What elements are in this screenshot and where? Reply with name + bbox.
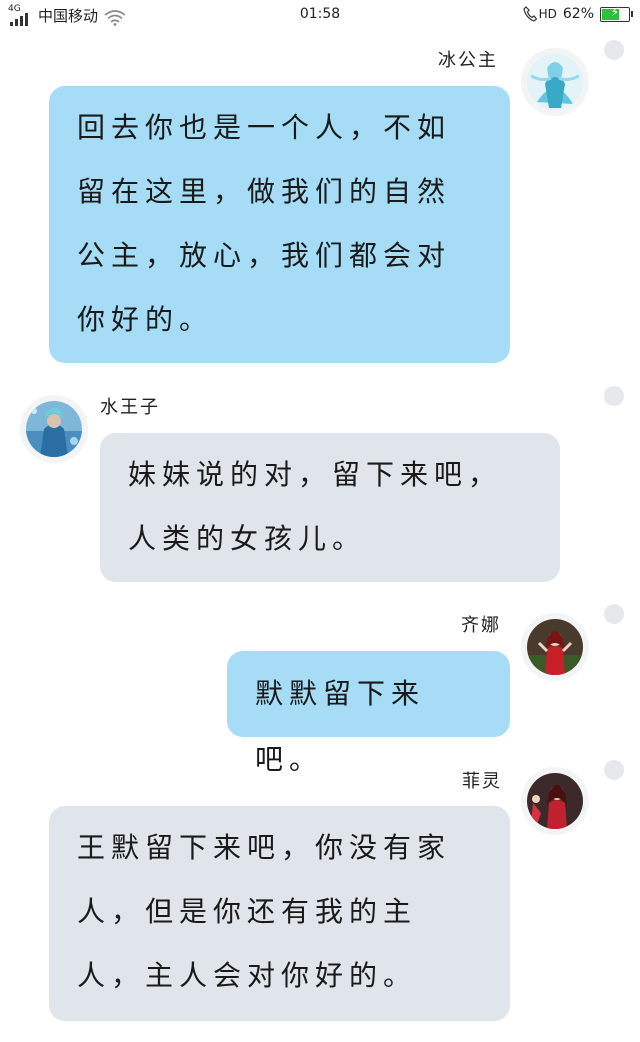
sender-name: 水王子 (100, 397, 160, 418)
hd-indicator: HD (538, 7, 557, 21)
battery-icon: ⚡ (600, 4, 633, 22)
message-bubble[interactable]: 回去你也是一个人，不如留在这里，做我们的自然公主，放心，我们都会对你好的。 (49, 86, 510, 363)
battery-percent: 62% (562, 6, 594, 22)
call-icon (522, 6, 537, 22)
sender-name: 菲灵 (462, 771, 502, 792)
feiling-avatar-image (527, 773, 583, 829)
select-dot[interactable] (604, 760, 624, 780)
status-right: HD 62% ⚡ (522, 4, 633, 22)
select-dot[interactable] (604, 386, 624, 406)
status-bar: 4G 中国移动 01:58 HD 62% ⚡ (0, 0, 640, 32)
message-bubble[interactable]: 王默留下来吧，你没有家人，但是你还有我的主人，主人会对你好的。 (49, 806, 510, 1021)
message-bubble[interactable]: 默默留下来吧。 (227, 651, 510, 776)
avatar[interactable] (521, 48, 589, 116)
charging-icon: ⚡ (610, 4, 620, 19)
avatar[interactable] (20, 395, 88, 463)
avatar[interactable] (521, 767, 589, 835)
sender-name: 齐娜 (461, 615, 501, 636)
avatar[interactable] (521, 613, 589, 681)
select-dot[interactable] (604, 604, 624, 624)
sender-name: 冰公主 (438, 50, 498, 71)
water-prince-avatar-image (26, 401, 82, 457)
message-bubble[interactable]: 妹妹说的对，留下来吧，人类的女孩儿。 (100, 433, 560, 582)
ice-princess-avatar-image (527, 54, 583, 110)
select-dot[interactable] (604, 40, 624, 60)
qina-avatar-image (527, 619, 583, 675)
